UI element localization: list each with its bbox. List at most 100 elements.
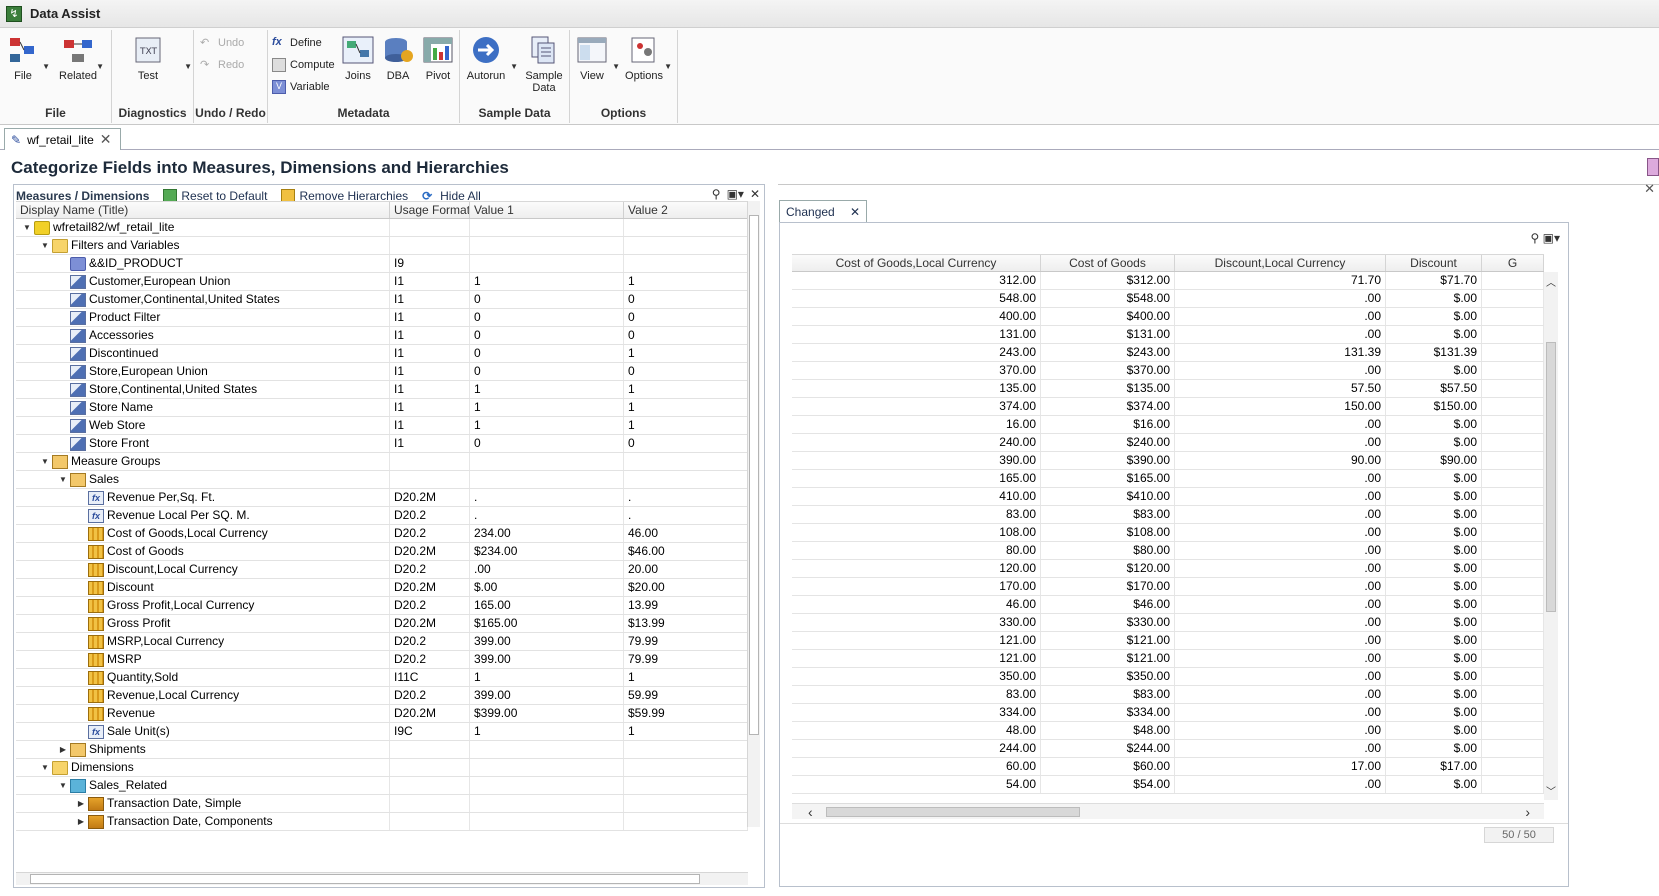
usage-format-cell[interactable]: I1 (390, 309, 470, 326)
redo-button[interactable]: ↷ Redo (200, 58, 244, 72)
document-tab[interactable]: ✎ wf_retail_lite ✕ (4, 128, 121, 150)
scroll-up-icon[interactable]: ︿ (1546, 274, 1556, 289)
value1-cell[interactable] (470, 795, 624, 812)
value1-cell[interactable]: 0 (470, 435, 624, 452)
table-row[interactable]: 60.00 $60.00 17.00 $17.00 (792, 758, 1544, 776)
value1-cell[interactable]: 0 (470, 345, 624, 362)
table-row[interactable]: Store,Continental,United States I1 1 1 (16, 381, 748, 399)
usage-format-cell[interactable]: D20.2M (390, 579, 470, 596)
table-row[interactable]: Discount D20.2M $.00 $20.00 (16, 579, 748, 597)
table-row[interactable]: 374.00 $374.00 150.00 $150.00 (792, 398, 1544, 416)
table-row[interactable]: 165.00 $165.00.00 $.00 (792, 470, 1544, 488)
table-row[interactable]: Store Front I1 0 0 (16, 435, 748, 453)
value2-cell[interactable]: 20.00 (624, 561, 748, 578)
value2-cell[interactable] (624, 759, 748, 776)
usage-format-cell[interactable] (390, 813, 470, 830)
value1-cell[interactable]: 1 (470, 669, 624, 686)
value1-cell[interactable]: 0 (470, 363, 624, 380)
table-row[interactable]: ▼ Dimensions (16, 759, 748, 777)
value2-cell[interactable]: 1 (624, 669, 748, 686)
table-row[interactable]: 170.00 $170.00.00 $.00 (792, 578, 1544, 596)
value2-cell[interactable] (624, 255, 748, 272)
value1-cell[interactable] (470, 453, 624, 470)
table-row[interactable]: 390.00 $390.00 90.00 $90.00 (792, 452, 1544, 470)
scroll-thumb[interactable] (749, 215, 759, 735)
table-row[interactable]: ▶ Transaction Date, Components (16, 813, 748, 831)
table-row[interactable]: ▼ Sales_Related (16, 777, 748, 795)
table-row[interactable]: 410.00 $410.00.00 $.00 (792, 488, 1544, 506)
variable-button[interactable]: V Variable (272, 80, 330, 94)
table-row[interactable]: 330.00 $330.00.00 $.00 (792, 614, 1544, 632)
expand-toggle-icon[interactable]: ▼ (38, 239, 52, 253)
table-row[interactable]: Discontinued I1 0 1 (16, 345, 748, 363)
value2-cell[interactable]: 1 (624, 417, 748, 434)
usage-format-cell[interactable] (390, 453, 470, 470)
expand-toggle-icon[interactable]: ▼ (20, 221, 34, 235)
value1-cell[interactable]: 165.00 (470, 597, 624, 614)
usage-format-cell[interactable] (390, 237, 470, 254)
value2-cell[interactable]: 79.99 (624, 651, 748, 668)
usage-format-cell[interactable]: D20.2M (390, 489, 470, 506)
value2-cell[interactable]: 1 (624, 381, 748, 398)
value2-cell[interactable]: 0 (624, 309, 748, 326)
table-row[interactable]: 548.00 $548.00.00 $.00 (792, 290, 1544, 308)
value1-cell[interactable] (470, 471, 624, 488)
table-row[interactable]: 370.00 $370.00.00 $.00 (792, 362, 1544, 380)
table-row[interactable]: Web Store I1 1 1 (16, 417, 748, 435)
side-panel-toggle[interactable] (1647, 158, 1659, 176)
scroll-left-icon[interactable]: ‹ (808, 804, 813, 820)
value1-cell[interactable]: .00 (470, 561, 624, 578)
column-header[interactable]: Cost of Goods,Local Currency (792, 255, 1041, 271)
view-options-icon[interactable]: ▣▾ (727, 187, 744, 201)
table-row[interactable]: Gross Profit D20.2M $165.00 $13.99 (16, 615, 748, 633)
usage-format-cell[interactable]: I11C (390, 669, 470, 686)
column-header[interactable]: G (1482, 255, 1544, 271)
table-row[interactable]: ▼ Sales (16, 471, 748, 489)
table-row[interactable]: ▼ wfretail82/wf_retail_lite (16, 219, 748, 237)
horizontal-scrollbar[interactable]: ‹ › (792, 803, 1544, 820)
value1-cell[interactable]: 399.00 (470, 633, 624, 650)
table-row[interactable]: 244.00 $244.00.00 $.00 (792, 740, 1544, 758)
options-button[interactable]: ▼ Options (622, 34, 672, 82)
value1-cell[interactable]: 1 (470, 273, 624, 290)
usage-format-cell[interactable] (390, 471, 470, 488)
value2-cell[interactable]: 1 (624, 345, 748, 362)
pivot-button[interactable]: Pivot (420, 34, 456, 82)
table-row[interactable]: 108.00 $108.00.00 $.00 (792, 524, 1544, 542)
binoculars-icon[interactable]: ⚲ (712, 187, 721, 201)
value1-cell[interactable]: $.00 (470, 579, 624, 596)
usage-format-cell[interactable]: I9C (390, 723, 470, 740)
table-row[interactable]: ▼ Measure Groups (16, 453, 748, 471)
table-row[interactable]: 16.00 $16.00.00 $.00 (792, 416, 1544, 434)
value1-cell[interactable] (470, 741, 624, 758)
value1-cell[interactable]: 0 (470, 309, 624, 326)
tab-changed[interactable]: Changed ✕ (779, 200, 867, 222)
value1-cell[interactable]: . (470, 507, 624, 524)
value1-cell[interactable] (470, 759, 624, 776)
value2-cell[interactable]: 0 (624, 327, 748, 344)
table-row[interactable]: 312.00 $312.00 71.70 $71.70 (792, 272, 1544, 290)
value2-cell[interactable]: 46.00 (624, 525, 748, 542)
usage-format-cell[interactable]: I1 (390, 435, 470, 452)
dba-button[interactable]: DBA (380, 34, 416, 82)
table-row[interactable]: Store,European Union I1 0 0 (16, 363, 748, 381)
usage-format-cell[interactable]: D20.2 (390, 561, 470, 578)
usage-format-cell[interactable] (390, 219, 470, 236)
usage-format-cell[interactable]: I9 (390, 255, 470, 272)
joins-button[interactable]: Joins (340, 34, 376, 82)
usage-format-cell[interactable]: D20.2 (390, 597, 470, 614)
expand-toggle-icon[interactable]: ▼ (56, 473, 70, 487)
value2-cell[interactable]: 79.99 (624, 633, 748, 650)
usage-format-cell[interactable] (390, 759, 470, 776)
table-row[interactable]: 121.00 $121.00.00 $.00 (792, 650, 1544, 668)
scroll-thumb[interactable] (30, 874, 700, 884)
usage-format-cell[interactable]: D20.2M (390, 615, 470, 632)
table-row[interactable]: Revenue,Local Currency D20.2 399.00 59.99 (16, 687, 748, 705)
value2-cell[interactable]: $20.00 (624, 579, 748, 596)
table-row[interactable]: Accessories I1 0 0 (16, 327, 748, 345)
table-row[interactable]: Store Name I1 1 1 (16, 399, 748, 417)
view-button[interactable]: ▼ View (574, 34, 620, 82)
table-row[interactable]: fx Revenue Local Per SQ. M. D20.2.. (16, 507, 748, 525)
table-row[interactable]: 54.00 $54.00.00 $.00 (792, 776, 1544, 794)
value1-cell[interactable] (470, 813, 624, 830)
